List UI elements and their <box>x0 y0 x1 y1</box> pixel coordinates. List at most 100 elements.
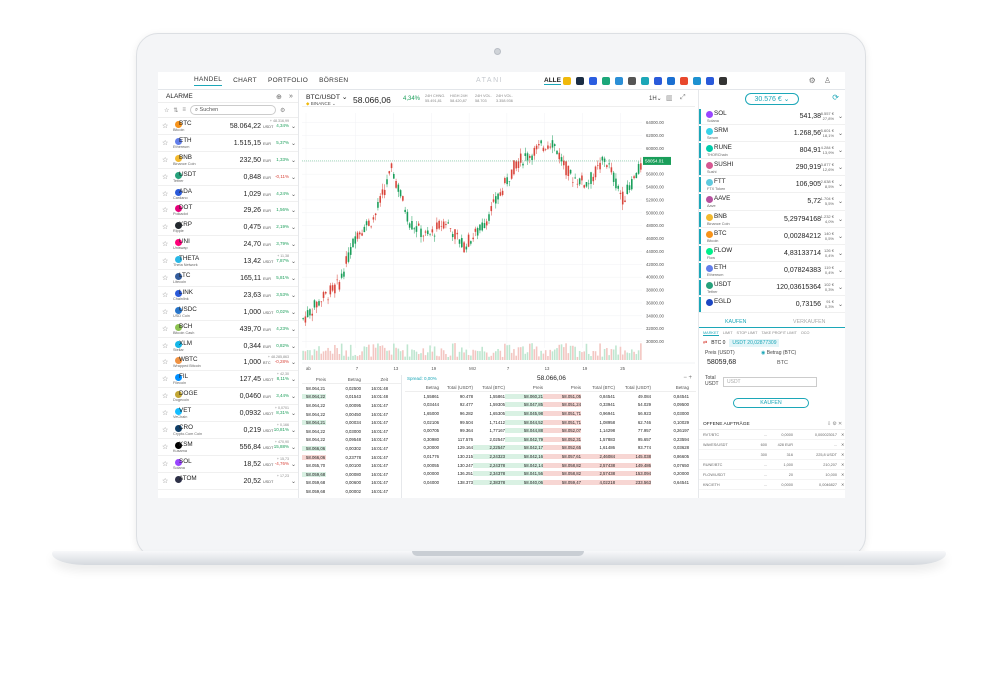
asset-row[interactable]: FTT FTX Token 106,905 2.638 €8,5% ⌄ <box>699 176 845 194</box>
collapse-icon[interactable]: » <box>289 93 293 100</box>
chevron-down-icon[interactable]: ⌄ <box>838 164 843 171</box>
watchlist-row[interactable]: ☆ ETH Ethereum 1.515,15 EUR 5,37% ⌄ <box>158 135 298 152</box>
star-icon[interactable]: ☆ <box>162 392 171 400</box>
user-icon[interactable]: ♙ <box>824 76 831 85</box>
close-icon[interactable]: ✕ <box>841 472 844 477</box>
close-icon[interactable]: ✕ <box>841 442 844 447</box>
chevron-down-icon[interactable]: ⌄ <box>291 224 296 231</box>
star-icon[interactable]: ☆ <box>162 173 171 181</box>
asset-row[interactable]: USDT Tether 120,03615364 102 €0,3% ⌄ <box>699 279 845 297</box>
watchlist-row[interactable]: ☆ SOL Solana 18,52 USDT + 15,73 -4,76% ⌄ <box>158 456 298 473</box>
watchlist-row[interactable]: ☆ BNB Binance Coin 232,50 EUR 1,33% ⌄ <box>158 152 298 169</box>
watchlist-row[interactable]: ☆ ADA Cardano 1,029 EUR 4,24% ⌄ <box>158 186 298 203</box>
asset-row[interactable]: FLOW Flow 4,83133714 126 €0,4% ⌄ <box>699 245 845 262</box>
price-input[interactable]: 58059,68 <box>707 359 736 366</box>
asset-row[interactable]: SOL Solana 541,38 8.557 €27,8% ⌄ <box>699 108 845 126</box>
watchlist-row[interactable]: ☆ LINK Chainlink 23,63 EUR 3,53% ⌄ <box>158 287 298 304</box>
exchange-icon[interactable] <box>654 77 662 85</box>
refresh-icon[interactable]: ⟳ <box>832 93 839 102</box>
watchlist-row[interactable]: ☆ USDC USD Coin 1,000 USDT 0,02% ⌄ <box>158 304 298 321</box>
asset-row[interactable]: EGLD 0,73156 91 €0,3% ⌄ <box>699 296 845 314</box>
close-icon[interactable]: ✕ <box>841 432 844 437</box>
binance-icon[interactable] <box>563 77 571 85</box>
chevron-down-icon[interactable]: ⌄ <box>291 444 296 451</box>
star-icon[interactable]: ☆ <box>162 190 171 198</box>
star-icon[interactable]: ☆ <box>162 426 171 434</box>
star-icon[interactable]: ☆ <box>162 443 171 451</box>
order-type-tab[interactable]: LIMIT <box>723 331 733 336</box>
exchange-icon[interactable] <box>693 77 701 85</box>
watchlist-row[interactable]: ☆ FIL Filecoin 127,45 USDT + 42,30 8,11% ⌄ <box>158 371 298 389</box>
star-icon[interactable]: ☆ <box>162 139 171 147</box>
star-icon[interactable]: ☆ <box>162 156 171 164</box>
close-icon[interactable]: ✕ <box>841 452 844 457</box>
usdt-balance[interactable]: USDT 20,02877309 <box>729 339 780 347</box>
chevron-down-icon[interactable]: ⌄ <box>291 275 296 282</box>
star-icon[interactable]: ☆ <box>162 257 171 265</box>
asset-row[interactable]: SUSHI Sushi 290,919 3.877 €12,6% ⌄ <box>699 159 845 177</box>
exchange-icon[interactable] <box>641 77 649 85</box>
tab-buy[interactable]: KAUFEN <box>699 319 773 327</box>
exchange-icon[interactable] <box>589 77 597 85</box>
watchlist-row[interactable]: ☆ WBTC Wrapped Bitcoin 1,000 BTC + 48.285,863… <box>158 354 298 372</box>
watchlist-row[interactable]: ☆ XLM Stellar 0,344 EUR 0,82% ⌄ <box>158 338 298 355</box>
watchlist-row[interactable]: ☆ THETA Theta Network 13,42 USDT + 11,38 7,87%… <box>158 253 298 271</box>
amount-unit[interactable]: BTC <box>777 360 788 366</box>
star-icon[interactable]: ☆ <box>162 342 171 350</box>
star-icon[interactable]: ☆ <box>162 409 171 417</box>
chevron-down-icon[interactable]: ⌄ <box>291 174 296 181</box>
chart-type-icon[interactable]: ▥ <box>666 94 673 102</box>
chevron-down-icon[interactable]: ⌄ <box>291 326 296 333</box>
balance-badge[interactable]: 30.576 € ⌄ <box>745 93 799 105</box>
star-icon[interactable]: ☆ <box>162 291 171 299</box>
total-input[interactable]: USDT <box>723 377 817 387</box>
chevron-down-icon[interactable]: ⌄ <box>291 309 296 316</box>
add-alarm-icon[interactable]: ⊕ <box>276 93 282 101</box>
chevron-down-icon[interactable]: ⌄ <box>291 427 296 434</box>
asset-row[interactable]: ETH Ethereum 0,07824383 119 €0,4% ⌄ <box>699 262 845 279</box>
star-icon[interactable]: ☆ <box>162 460 171 468</box>
asset-row[interactable]: RUNE THORChain 804,91 4.284 €13,9% ⌄ <box>699 142 845 160</box>
chevron-down-icon[interactable]: ⌄ <box>291 410 296 417</box>
asset-row[interactable]: BNB Binance Coin 5,29794168 1.232 €4,0% ⌄ <box>699 211 845 228</box>
chevron-down-icon[interactable]: ⌄ <box>291 478 296 485</box>
star-filter-icon[interactable]: ☆ <box>164 107 169 114</box>
watchlist-row[interactable]: ☆ LTC Litecoin 165,11 EUR 5,81% ⌄ <box>158 270 298 287</box>
tab-sell[interactable]: VERKAUFEN <box>773 319 846 327</box>
chevron-down-icon[interactable]: ⌄ <box>291 140 296 147</box>
star-icon[interactable]: ☆ <box>162 206 171 214</box>
zoom-icon[interactable]: − + <box>683 375 692 381</box>
order-type-tab[interactable]: MARKET <box>703 331 719 336</box>
watchlist-row[interactable]: ☆ DOGE Dogecoin 0,0460 EUR 3,44% ⌄ <box>158 388 298 406</box>
asset-row[interactable]: SRM Serum 1.268,56 5.601 €18,1% ⌄ <box>699 125 845 143</box>
chevron-down-icon[interactable]: ⌄ <box>838 198 843 205</box>
chevron-down-icon[interactable]: ⌄ <box>291 393 296 400</box>
close-icon[interactable]: ✕ <box>841 462 844 467</box>
order-type-tab[interactable]: TAKE PROFIT LIMIT <box>762 331 797 336</box>
watchlist-row[interactable]: ☆ BTC Bitcoin 58.064,22 USDT + 48.316,99 4,34%… <box>158 118 298 135</box>
watchlist-row[interactable]: ☆ UNI Uniswap 24,70 EUR 3,79% ⌄ <box>158 236 298 254</box>
chevron-down-icon[interactable]: ⌄ <box>291 207 296 214</box>
order-type-tab[interactable]: OCO <box>801 331 810 336</box>
order-type-tab[interactable]: STOP LIMIT <box>737 331 758 336</box>
star-icon[interactable]: ☆ <box>162 325 171 333</box>
tab-chart[interactable]: CHART <box>233 77 257 84</box>
watchlist-row[interactable]: ☆ CRO Crypto.Com Coin 0,219 USDT + 0,166 10,81… <box>158 422 298 439</box>
exchange-icon[interactable] <box>667 77 675 85</box>
star-icon[interactable]: ☆ <box>162 223 171 231</box>
chevron-down-icon[interactable]: ⌄ <box>291 292 296 299</box>
tab-portfolio[interactable]: PORTFOLIO <box>268 77 308 84</box>
chevron-down-icon[interactable]: ⌄ <box>838 181 843 188</box>
chevron-down-icon[interactable]: ⌄ <box>291 123 296 130</box>
chevron-down-icon[interactable]: ⌄ <box>291 461 296 468</box>
star-icon[interactable]: ☆ <box>162 375 171 383</box>
exchange-icon[interactable] <box>602 77 610 85</box>
close-icon[interactable]: ✕ <box>841 482 844 487</box>
chevron-down-icon[interactable]: ⌄ <box>291 157 296 164</box>
chevron-down-icon[interactable]: ⌄ <box>291 241 296 248</box>
buy-button[interactable]: KAUFEN <box>733 398 809 408</box>
pair-selector[interactable]: BTC/USDT ⌄ <box>306 93 347 101</box>
open-orders-icons[interactable]: ⇩ ⚙ ✕ <box>827 422 842 427</box>
chevron-down-icon[interactable]: ⌄ <box>838 216 843 223</box>
chevron-down-icon[interactable]: ⌄ <box>838 284 843 291</box>
